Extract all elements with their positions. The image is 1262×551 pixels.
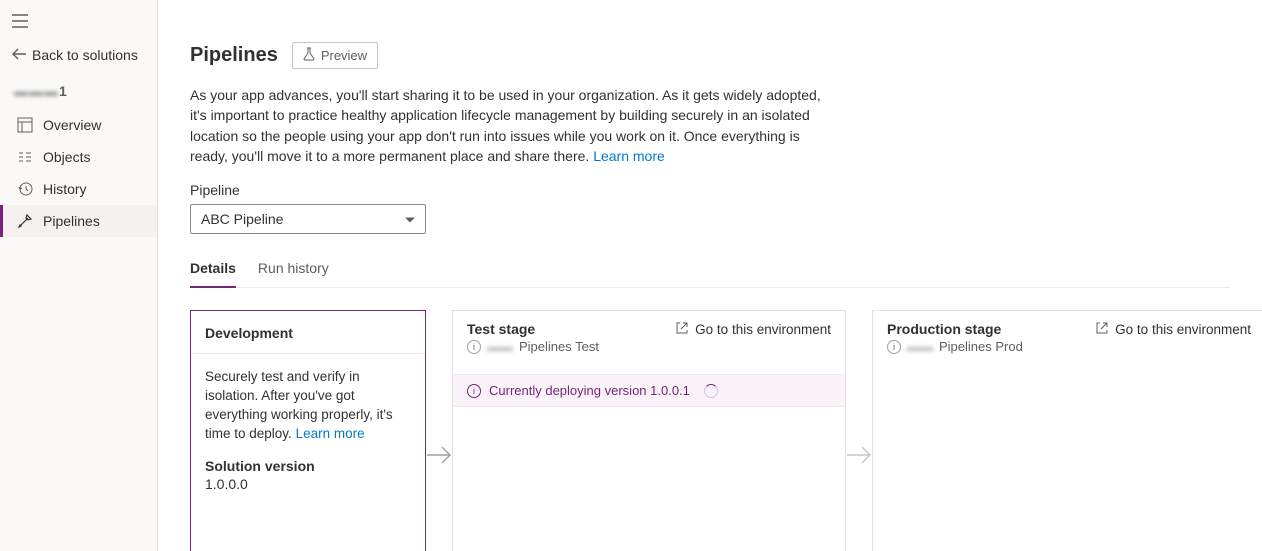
solution-name: ▬▬▬1 [0, 77, 157, 109]
spinner-icon [704, 384, 718, 398]
sidebar-item-history[interactable]: History [0, 173, 157, 205]
development-card-header: Development [191, 311, 425, 354]
pipeline-dropdown-value: ABC Pipeline [201, 211, 284, 227]
preview-badge: Preview [292, 42, 378, 69]
prod-stage-header: Production stage i ▬▬ Pipelines Prod Go … [873, 311, 1262, 368]
title-row: Pipelines Preview [190, 42, 1230, 69]
pipeline-dropdown[interactable]: ABC Pipeline [190, 204, 426, 234]
prod-stage-env-name: Pipelines Prod [939, 339, 1023, 354]
test-stage-card: Test stage i ▬▬ Pipelines Test Go to thi… [452, 310, 846, 551]
arrow-left-icon [12, 47, 26, 63]
solution-version-value: 1.0.0.0 [205, 476, 411, 492]
intro-body: As your app advances, you'll start shari… [190, 87, 821, 164]
development-card-body: Securely test and verify in isolation. A… [191, 354, 425, 551]
test-stage-env: i ▬▬ Pipelines Test [467, 339, 599, 354]
back-to-solutions-link[interactable]: Back to solutions [0, 37, 157, 77]
arrow-test-to-prod [846, 310, 872, 551]
development-card-title: Development [205, 325, 411, 341]
prod-stage-card: Production stage i ▬▬ Pipelines Prod Go … [872, 310, 1262, 551]
test-stage-header: Test stage i ▬▬ Pipelines Test Go to thi… [453, 311, 845, 368]
development-card: Development Securely test and verify in … [190, 310, 426, 551]
back-label: Back to solutions [32, 47, 138, 63]
development-card-text: Securely test and verify in isolation. A… [205, 368, 411, 444]
history-icon [17, 181, 33, 197]
development-learn-more-link[interactable]: Learn more [296, 426, 365, 441]
arrow-right-icon [426, 443, 452, 467]
prod-go-to-environment-link[interactable]: Go to this environment [1095, 321, 1251, 338]
test-go-link-label: Go to this environment [695, 322, 831, 337]
intro-text: As your app advances, you'll start shari… [190, 85, 830, 166]
sidebar-item-overview[interactable]: Overview [0, 109, 157, 141]
tabs: Details Run history [190, 254, 1230, 288]
sidebar-item-label: Overview [43, 117, 101, 133]
pipelines-icon [17, 213, 33, 229]
prod-stage-title: Production stage [887, 321, 1023, 337]
hamburger-icon [12, 15, 28, 31]
info-icon: i [887, 340, 901, 354]
env-blurred: ▬▬ [487, 339, 513, 354]
deploy-status-banner: i Currently deploying version 1.0.0.1 [453, 374, 845, 407]
sidebar-item-pipelines[interactable]: Pipelines [0, 205, 157, 237]
pipeline-field-label: Pipeline [190, 182, 1230, 198]
prod-stage-env: i ▬▬ Pipelines Prod [887, 339, 1023, 354]
solution-name-blurred: ▬▬▬ [14, 83, 59, 99]
sidebar-item-label: Objects [43, 149, 90, 165]
page-title: Pipelines [190, 44, 278, 67]
open-external-icon [675, 321, 689, 338]
sidebar-item-objects[interactable]: Objects [0, 141, 157, 173]
beaker-icon [303, 47, 315, 64]
test-stage-title: Test stage [467, 321, 599, 337]
solution-version-label: Solution version [205, 458, 411, 474]
intro-learn-more-link[interactable]: Learn more [593, 148, 665, 164]
main-content: Pipelines Preview As your app advances, … [158, 0, 1262, 551]
preview-label: Preview [321, 48, 367, 63]
tab-details[interactable]: Details [190, 254, 236, 288]
test-stage-env-name: Pipelines Test [519, 339, 599, 354]
arrow-right-icon [846, 443, 872, 467]
test-stage-footer: Deploy here [453, 544, 845, 551]
info-icon: i [467, 384, 481, 398]
objects-icon [17, 149, 33, 165]
sidebar-item-label: Pipelines [43, 213, 100, 229]
sidebar-item-label: History [43, 181, 87, 197]
prod-go-link-label: Go to this environment [1115, 322, 1251, 337]
test-go-to-environment-link[interactable]: Go to this environment [675, 321, 831, 338]
sidebar: Back to solutions ▬▬▬1 Overview Objects … [0, 0, 158, 551]
hamburger-button[interactable] [0, 8, 157, 37]
solution-name-suffix: 1 [59, 83, 67, 99]
open-external-icon [1095, 321, 1109, 338]
info-icon: i [467, 340, 481, 354]
prod-stage-footer: Deploy here [873, 544, 1262, 551]
stages-row: Development Securely test and verify in … [190, 310, 1230, 551]
overview-icon [17, 117, 33, 133]
arrow-dev-to-test [426, 310, 452, 551]
env-blurred: ▬▬ [907, 339, 933, 354]
tab-run-history[interactable]: Run history [258, 254, 329, 287]
deploy-banner-text: Currently deploying version 1.0.0.1 [489, 383, 690, 398]
